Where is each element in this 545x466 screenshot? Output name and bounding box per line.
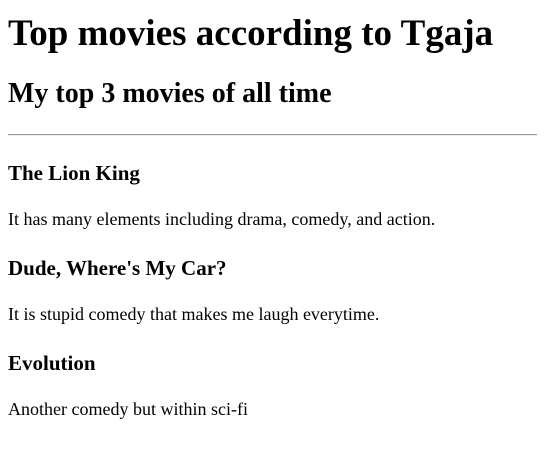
movie-description: It is stupid comedy that makes me laugh …: [8, 304, 380, 324]
movie-item-2: Dude, Where's My Car? It is stupid comed…: [8, 256, 537, 325]
movie-title: Evolution: [8, 351, 96, 375]
page-title: Top movies according to Tgaja: [8, 13, 494, 54]
movie-description: Another comedy but within sci-fi: [8, 399, 248, 419]
movie-title: Dude, Where's My Car?: [8, 256, 227, 280]
page-subtitle: My top 3 movies of all time: [8, 78, 332, 109]
movie-item-1: The Lion King It has many elements inclu…: [8, 161, 537, 230]
movie-description: It has many elements including drama, co…: [8, 209, 436, 229]
movie-item-3: Evolution Another comedy but within sci-…: [8, 351, 537, 420]
divider: [8, 134, 537, 136]
movie-title: The Lion King: [8, 161, 140, 185]
page-content: Top movies according to Tgaja My top 3 m…: [0, 13, 545, 420]
